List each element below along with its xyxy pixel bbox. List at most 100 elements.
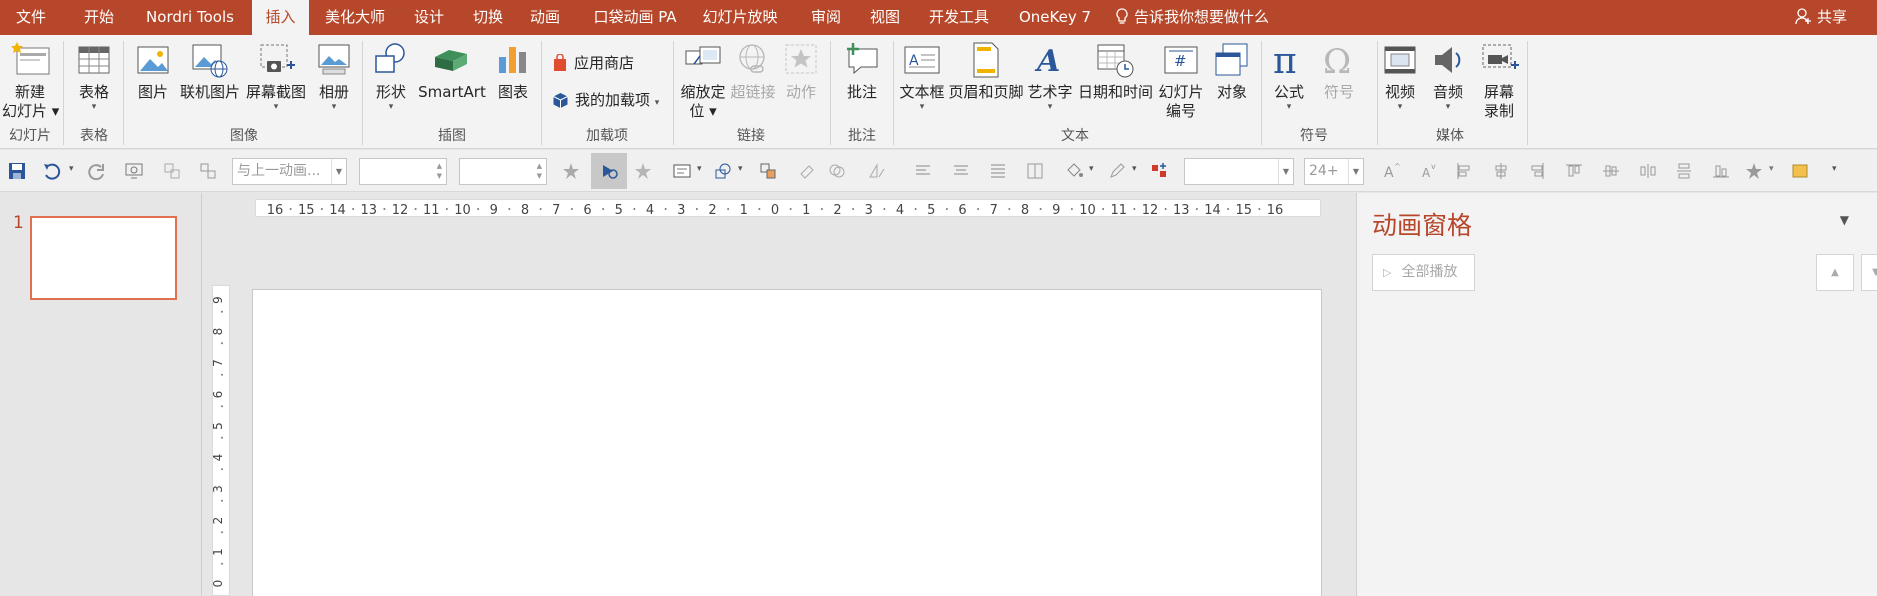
tab-home[interactable]: 开始 xyxy=(68,0,130,35)
arrange-icon[interactable] xyxy=(758,161,778,181)
delay-field[interactable]: ▲ ▼ xyxy=(459,158,547,185)
tab-view[interactable]: 视图 xyxy=(860,0,910,35)
video-button[interactable]: 视频 ▾ xyxy=(1378,39,1422,113)
save-icon[interactable] xyxy=(7,161,27,181)
eraser-icon[interactable] xyxy=(797,161,817,181)
outline-pen-icon[interactable] xyxy=(1107,161,1127,181)
textbox-button[interactable]: A 文本框 ▾ xyxy=(896,39,948,113)
hyperlink-button[interactable]: 超链接 xyxy=(728,39,778,102)
chevron-down-icon[interactable]: ▼ xyxy=(331,159,346,184)
undo-icon[interactable] xyxy=(42,161,62,181)
columns-icon[interactable] xyxy=(1025,161,1045,181)
tab-transitions[interactable]: 切换 xyxy=(463,0,513,35)
slide-canvas[interactable] xyxy=(252,289,1322,596)
start-with-previous-field[interactable]: 与上一动画... ▼ xyxy=(232,158,347,185)
tab-pocket-animation[interactable]: 口袋动画 PA xyxy=(585,0,685,35)
merge-shapes-icon[interactable] xyxy=(827,161,847,181)
color-fill-swatch-icon[interactable] xyxy=(1790,161,1810,181)
vertical-ruler[interactable]: 9 8 7 6 5 4 3 2 1 0 xyxy=(212,285,230,596)
tab-nordri-tools[interactable]: Nordri Tools xyxy=(134,0,246,35)
new-slide-button[interactable]: 新建 幻灯片 ▾ xyxy=(2,39,59,121)
align-bottom-icon[interactable] xyxy=(1711,161,1731,181)
effects-icon[interactable] xyxy=(1150,161,1170,181)
tab-onekey[interactable]: OneKey 7 xyxy=(1010,0,1100,35)
horizontal-ruler[interactable]: 16 15 14 13 12 11 10 9 8 7 6 5 4 3 2 1 0 1 2 3 4 5 6 7 8 9 10 11 12 1… xyxy=(255,199,1321,217)
tab-design[interactable]: 设计 xyxy=(404,0,454,35)
move-up-button[interactable]: ▲ xyxy=(1816,254,1854,291)
tab-developer[interactable]: 开发工具 xyxy=(922,0,996,35)
group-icon[interactable] xyxy=(198,161,218,181)
chevron-down-icon[interactable]: ▼ xyxy=(1348,159,1363,184)
animation-brush-icon[interactable] xyxy=(162,161,182,181)
textbox-small-icon[interactable] xyxy=(672,161,692,181)
decrease-font-icon[interactable]: Av xyxy=(1418,161,1438,181)
preview-icon[interactable] xyxy=(124,161,144,181)
chart-button[interactable]: 图表 xyxy=(490,39,536,102)
slide-thumbnail[interactable] xyxy=(30,216,177,300)
star-icon[interactable] xyxy=(561,161,581,181)
online-picture-button[interactable]: 联机图片 xyxy=(178,39,242,102)
comment-button[interactable]: 批注 xyxy=(836,39,888,102)
animation-pane-toggle[interactable] xyxy=(591,153,627,189)
chevron-down-icon[interactable]: ▼ xyxy=(1278,159,1293,184)
tell-me-box[interactable]: 告诉我你想要做什么 xyxy=(1115,0,1269,35)
tab-animations[interactable]: 动画 xyxy=(520,0,570,35)
align-objects-right-icon[interactable] xyxy=(1527,161,1547,181)
share-button[interactable]: 共享 xyxy=(1795,0,1847,35)
distribute-horizontal-icon[interactable] xyxy=(1638,161,1658,181)
rotate-icon[interactable] xyxy=(867,161,887,181)
justify-icon[interactable] xyxy=(988,161,1008,181)
spinner-icon[interactable]: ▲ ▼ xyxy=(437,161,442,181)
align-objects-center-icon[interactable] xyxy=(1491,161,1511,181)
app-store-button[interactable]: 应用商店 xyxy=(552,52,634,73)
chevron-down-icon[interactable]: ▼ xyxy=(1840,213,1849,227)
chevron-down-icon[interactable]: ▾ xyxy=(1089,164,1094,174)
equation-button[interactable]: π 公式 ▾ xyxy=(1266,39,1312,113)
smartart-button[interactable]: SmartArt xyxy=(416,39,488,102)
picture-button[interactable]: 图片 xyxy=(130,39,176,102)
star-effects-icon[interactable] xyxy=(1744,161,1764,181)
play-all-button[interactable]: ▷ 全部播放 xyxy=(1372,254,1475,291)
duration-field[interactable]: ▲ ▼ xyxy=(359,158,447,185)
redo-icon[interactable] xyxy=(86,161,106,181)
increase-font-icon[interactable]: A ^ xyxy=(1381,161,1401,181)
header-footer-button[interactable]: 页眉和页脚 xyxy=(948,39,1024,102)
font-name-field[interactable]: ▼ xyxy=(1184,158,1294,185)
chevron-down-icon[interactable]: ▾ xyxy=(1769,164,1774,174)
distribute-vertical-icon[interactable] xyxy=(1674,161,1694,181)
screenshot-button[interactable]: 屏幕截图 ▾ xyxy=(244,39,308,113)
tab-file[interactable]: 文件 xyxy=(0,0,62,35)
font-size-field[interactable]: 24+ ▼ xyxy=(1304,158,1364,185)
screen-record-button[interactable]: 屏幕 录制 xyxy=(1476,39,1522,121)
align-center-icon[interactable] xyxy=(951,161,971,181)
shapes-small-icon[interactable] xyxy=(713,161,733,181)
object-button[interactable]: 对象 xyxy=(1210,39,1254,102)
chevron-down-icon[interactable]: ▾ xyxy=(697,164,702,174)
tab-beautify-master[interactable]: 美化大师 xyxy=(315,0,395,35)
chevron-down-icon[interactable]: ▾ xyxy=(1132,164,1137,174)
my-addins-button[interactable]: 我的加载项 ▾ xyxy=(552,89,659,110)
spinner-icon[interactable]: ▲ ▼ xyxy=(537,161,542,181)
chevron-down-icon[interactable]: ▾ xyxy=(738,164,743,174)
action-button[interactable]: 动作 xyxy=(778,39,824,102)
align-objects-top-icon[interactable] xyxy=(1564,161,1584,181)
datetime-button[interactable]: 日期和时间 xyxy=(1078,39,1153,102)
align-objects-middle-icon[interactable] xyxy=(1601,161,1621,181)
photo-album-button[interactable]: 相册 ▾ xyxy=(310,39,358,113)
table-button[interactable]: 表格 ▾ xyxy=(70,39,118,113)
move-down-button[interactable]: ▼ xyxy=(1861,254,1877,291)
star-add-icon[interactable] xyxy=(633,161,653,181)
tab-insert[interactable]: 插入 xyxy=(252,0,309,35)
slide-number-button[interactable]: # 幻灯片 编号 xyxy=(1155,39,1207,121)
undo-dropdown-icon[interactable]: ▾ xyxy=(69,164,74,174)
align-left-icon[interactable] xyxy=(913,161,933,181)
zoom-button[interactable]: 缩放定 位 ▾ xyxy=(678,39,728,121)
fill-bucket-icon[interactable] xyxy=(1064,161,1084,181)
customize-toolbar-icon[interactable]: ▾ xyxy=(1832,164,1837,174)
tab-slideshow[interactable]: 幻灯片放映 xyxy=(698,0,782,35)
align-objects-left-icon[interactable] xyxy=(1454,161,1474,181)
tab-review[interactable]: 审阅 xyxy=(801,0,851,35)
symbol-button[interactable]: Ω 符号 xyxy=(1316,39,1362,102)
wordart-button[interactable]: A 艺术字 ▾ xyxy=(1026,39,1074,113)
audio-button[interactable]: 音频 ▾ xyxy=(1426,39,1470,113)
